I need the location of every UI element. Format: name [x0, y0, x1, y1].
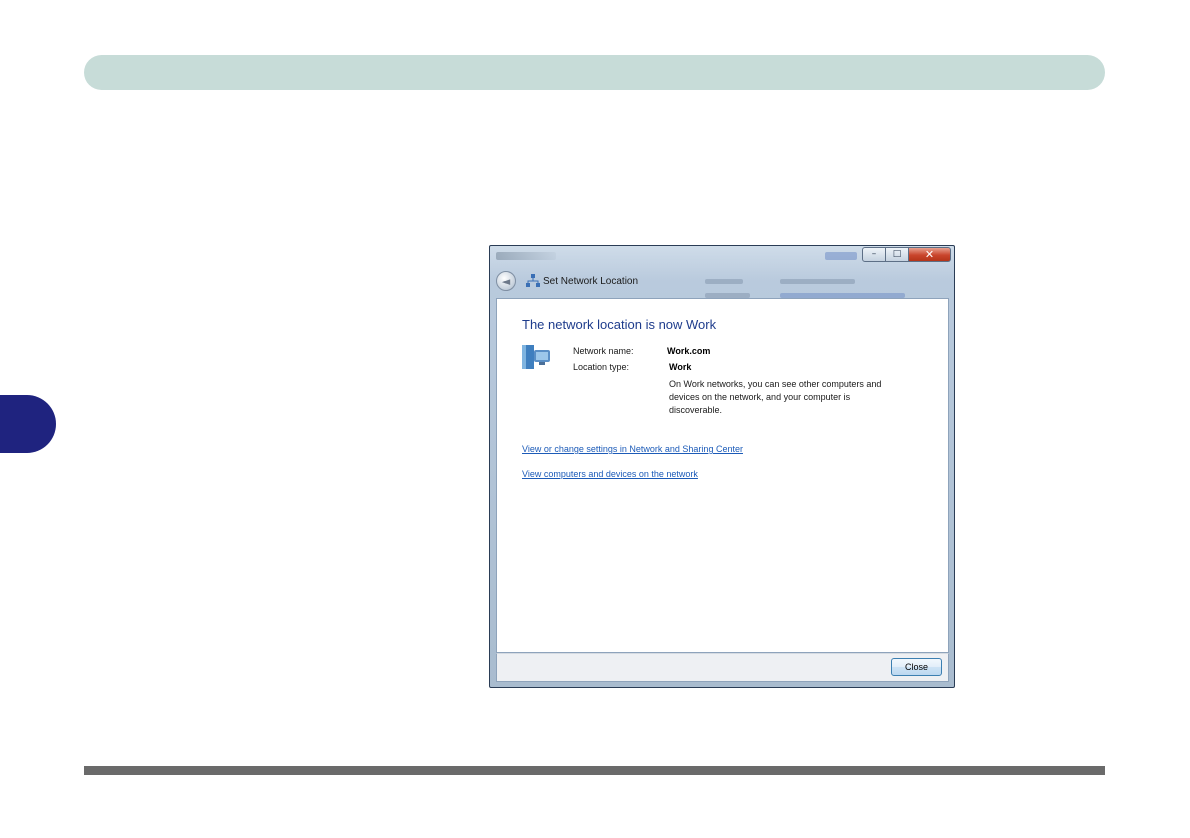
set-network-location-window: – □ ✕ ◄ Set Network Location The network… — [489, 245, 955, 688]
back-button[interactable]: ◄ — [496, 271, 516, 291]
network-name-value: Work.com — [667, 346, 711, 356]
background-blur — [780, 279, 855, 284]
footer-rule — [84, 766, 1105, 775]
dialog-footer: Close — [496, 653, 949, 682]
view-computers-link[interactable]: View computers and devices on the networ… — [522, 469, 698, 479]
header-banner — [84, 55, 1105, 90]
chapter-tab — [0, 395, 56, 453]
window-title: Set Network Location — [543, 276, 639, 287]
back-arrow-icon: ◄ — [501, 274, 511, 288]
location-type-value: Work — [669, 362, 692, 372]
location-type-label: Location type: — [573, 362, 630, 372]
location-description: On Work networks, you can see other comp… — [669, 379, 882, 415]
close-window-button[interactable]: ✕ — [909, 247, 951, 262]
network-name-label: Network name: — [573, 346, 634, 356]
maximize-button[interactable]: □ — [886, 247, 909, 262]
network-icon — [526, 274, 540, 287]
title-bar-blur-right — [825, 252, 857, 260]
minimize-button[interactable]: – — [862, 247, 886, 262]
window-controls: – □ ✕ — [862, 247, 951, 262]
page-title: The network location is now Work — [522, 317, 717, 332]
content-area: The network location is now Work Network… — [496, 298, 949, 653]
work-network-icon — [522, 345, 550, 369]
background-blur — [705, 279, 743, 284]
network-sharing-center-link[interactable]: View or change settings in Network and S… — [522, 444, 743, 454]
title-bar-blur — [496, 252, 556, 260]
close-button[interactable]: Close — [891, 658, 942, 676]
